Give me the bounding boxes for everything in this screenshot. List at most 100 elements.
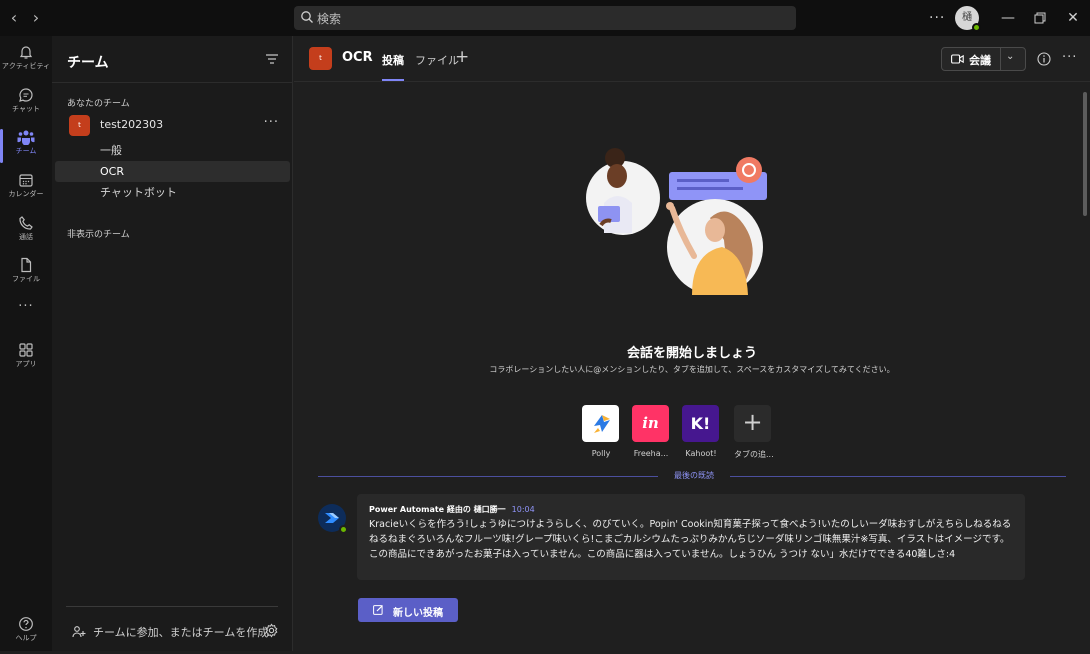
app-name: タブの追...: [734, 450, 774, 459]
channel-general[interactable]: 一般: [55, 140, 290, 161]
app-name: Kahoot!: [685, 449, 717, 458]
settings-more-icon[interactable]: ···: [929, 10, 945, 26]
rail-label: 通話: [19, 233, 33, 241]
tab-posts[interactable]: 投稿: [382, 52, 404, 68]
kahoot-logo-icon: K!: [682, 405, 719, 442]
rail-calendar[interactable]: カレンダー: [0, 168, 52, 210]
minimize-icon[interactable]: —: [998, 8, 1018, 28]
panel-title: チーム: [67, 55, 109, 71]
message-author: Power Automate 経由の 樋口勝一: [369, 505, 506, 514]
add-people-icon: [72, 626, 86, 638]
tab-files[interactable]: ファイル: [415, 52, 459, 68]
active-tab-indicator: [382, 79, 404, 81]
message-timestamp: 10:04: [511, 505, 535, 514]
team-row-test202303[interactable]: t test202303 ···: [69, 115, 279, 137]
app-tile-kahoot[interactable]: K! Kahoot!: [682, 405, 720, 458]
hidden-teams-heading[interactable]: 非表示のチーム: [67, 227, 130, 240]
rail-help[interactable]: ヘルプ: [0, 612, 52, 654]
channel-more-icon[interactable]: ···: [1062, 50, 1077, 65]
welcome-subtitle: コラボレーションしたい人に@メンションしたり、タブを追加して、スペースをカスタマ…: [489, 365, 895, 374]
presence-available-icon: [339, 525, 348, 534]
bell-icon: [19, 46, 33, 59]
scrollbar[interactable]: [1083, 92, 1087, 216]
rail-files[interactable]: ファイル: [0, 253, 52, 295]
apps-icon: [19, 343, 33, 357]
plus-icon: +: [734, 405, 771, 442]
divider: [318, 476, 658, 477]
join-label: チームに参加、またはチームを作成: [93, 626, 269, 639]
phone-icon: [19, 216, 33, 230]
divider: [730, 476, 1066, 477]
filter-icon[interactable]: [265, 53, 279, 65]
team-avatar: t: [69, 115, 90, 136]
file-icon: [21, 257, 32, 273]
close-icon[interactable]: ✕: [1063, 8, 1083, 28]
new-post-label: 新しい投稿: [393, 608, 443, 619]
app-tile-polly[interactable]: Polly: [582, 405, 620, 458]
more-icon: ···: [18, 299, 34, 314]
rail-teams[interactable]: チーム: [0, 125, 52, 167]
rail-calls[interactable]: 通話: [0, 211, 52, 253]
rail-label: チーム: [15, 147, 37, 155]
avatar-initial: 樋: [962, 12, 972, 23]
welcome-title: 会話を開始しましょう: [626, 346, 757, 361]
teams-list-panel: チーム あなたのチーム t test202303 ··· 一般 OCR チャット…: [52, 36, 293, 651]
chevron-down-icon[interactable]: ⌄: [1006, 51, 1014, 62]
gear-icon[interactable]: [264, 623, 279, 638]
presence-available-icon: [972, 23, 981, 32]
app-rail: アクティビティ チャット チーム カレンダー 通話 ファイル ··· アプリ ヘ…: [0, 36, 52, 651]
restore-icon[interactable]: [1030, 8, 1050, 28]
channel-view: t OCR 投稿 ファイル + 会議 ⌄ ··· 会話を開始しましょう コラボレ…: [294, 36, 1090, 651]
search-icon: [301, 11, 313, 23]
profile-avatar[interactable]: 樋: [955, 6, 981, 32]
team-more-icon[interactable]: ···: [264, 115, 279, 130]
new-post-button[interactable]: 新しい投稿: [358, 598, 458, 622]
rail-label: アクティビティ: [1, 62, 51, 70]
last-read-marker: 最後の既読: [674, 471, 714, 480]
message-card[interactable]: Power Automate 経由の 樋口勝一 10:04 Kracieいくらを作…: [357, 494, 1025, 580]
rail-label: ヘルプ: [15, 634, 37, 642]
channel-header: t OCR 投稿 ファイル + 会議 ⌄ ···: [294, 36, 1090, 82]
search-placeholder: 検索: [317, 12, 342, 26]
message-header: Power Automate 経由の 樋口勝一 10:04: [369, 504, 535, 515]
app-tile-freehand[interactable]: in Freeha...: [632, 405, 670, 458]
app-name: Freeha...: [633, 449, 669, 458]
channel-title: OCR: [342, 50, 373, 65]
rail-label: チャット: [12, 105, 40, 113]
meet-button[interactable]: 会議 ⌄: [941, 47, 1026, 71]
welcome-illustration: [586, 148, 767, 295]
rail-chat[interactable]: チャット: [0, 83, 52, 125]
app-name: Polly: [591, 449, 611, 458]
your-teams-heading: あなたのチーム: [67, 99, 130, 109]
search-box[interactable]: 検索: [294, 6, 796, 30]
rail-label: カレンダー: [8, 190, 44, 198]
message-body: Kracieいくらを作ろう!しょうゆにつけようらしく、のびていく。Popin' …: [369, 519, 1012, 560]
channel-ocr[interactable]: OCR: [55, 161, 290, 182]
divider: [1000, 48, 1001, 70]
forward-arrow-icon[interactable]: ›: [28, 9, 44, 27]
compose-icon: [373, 605, 383, 615]
rail-activity[interactable]: アクティビティ: [0, 40, 52, 82]
divider: [52, 82, 292, 83]
divider: [66, 606, 278, 607]
back-arrow-icon[interactable]: ‹: [6, 9, 22, 27]
invision-logo-icon: in: [632, 405, 669, 442]
rail-more[interactable]: ···: [0, 299, 52, 341]
teams-icon: [17, 130, 35, 145]
rail-apps[interactable]: アプリ: [0, 338, 52, 380]
calendar-icon: [19, 174, 33, 187]
rail-label: ファイル: [12, 275, 40, 283]
add-tab-icon[interactable]: +: [455, 47, 469, 67]
title-bar: ‹ › 検索 ··· 樋 — ✕: [0, 0, 1090, 36]
app-tile-add-tab[interactable]: + タブの追...: [734, 405, 774, 460]
team-name: test202303: [100, 118, 164, 131]
chat-icon: [19, 88, 33, 102]
polly-logo-icon: [582, 405, 619, 442]
power-automate-avatar: [318, 504, 348, 534]
info-icon[interactable]: [1037, 52, 1051, 66]
join-or-create-team-button[interactable]: チームに参加、またはチームを作成: [72, 623, 282, 641]
channel-avatar: t: [309, 47, 332, 70]
channel-chatbot[interactable]: チャットボット: [55, 182, 290, 203]
rail-label: アプリ: [15, 360, 37, 368]
help-icon: [19, 617, 33, 631]
